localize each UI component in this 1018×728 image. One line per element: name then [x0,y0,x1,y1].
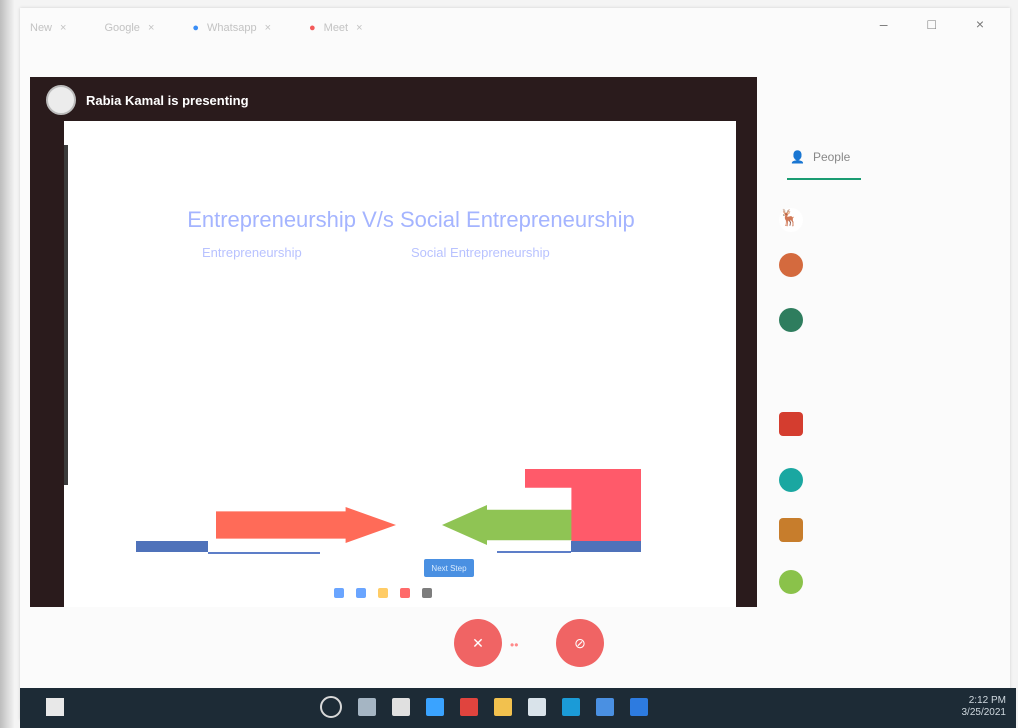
edge-icon[interactable] [426,698,444,716]
people-icon: 👤 [790,150,805,164]
slide-browser-tabs [64,121,756,147]
participant-avatar[interactable] [779,412,803,436]
participant-avatar[interactable] [779,570,803,594]
browser-tabbar: New × Google × ● Whatsapp × ● Meet × [20,10,1010,46]
search-icon[interactable] [320,696,342,718]
tab-google[interactable]: Google × [94,22,164,34]
slide-scrollbar[interactable] [64,145,68,485]
camera-button[interactable]: ⊘ [556,619,604,667]
windows-start-icon[interactable] [46,698,64,716]
line-right [497,551,571,553]
participant-avatar[interactable] [779,308,803,332]
close-icon[interactable]: × [265,22,271,34]
next-step-button[interactable]: Next Step [424,559,474,577]
meet-icon: ● [309,22,316,34]
folder-icon[interactable] [494,698,512,716]
mail-icon[interactable] [562,698,580,716]
chrome-icon[interactable] [630,698,648,716]
red-arrow [216,507,396,543]
slide-title: Entrepreneurship V/s Social Entrepreneur… [187,207,635,232]
app-icon [422,588,432,598]
presenter-label: Rabia Kamal is presenting [86,92,249,108]
close-icon[interactable]: × [356,22,362,34]
active-tab-indicator [787,178,861,180]
system-tray[interactable]: 2:12 PM 3/25/2021 [962,695,1007,719]
opera-icon[interactable] [460,698,478,716]
left-heading: Entrepreneurship [202,245,302,260]
tab-whatsapp[interactable]: ● Whatsapp × [182,22,281,34]
chrome-icon [334,588,344,598]
camera-off-icon: ⊘ [574,634,586,651]
tab-label: Meet [323,22,349,34]
tab-label: New [30,22,53,34]
tab-meet[interactable]: ● Meet × [299,22,373,34]
slide-taskbar [64,583,736,607]
clock-time: 2:12 PM [968,695,1006,706]
participant-avatar[interactable] [779,468,803,492]
close-icon[interactable]: × [60,22,66,34]
line-left [208,552,320,554]
tab-new[interactable]: New × [20,22,76,34]
edge-icon [356,588,366,598]
presentation-area: Rabia Kamal is presenting Entrepreneursh… [30,77,757,607]
address-bar[interactable] [28,48,1004,72]
window-controls[interactable]: – □ × [880,16,1002,32]
people-label: People [812,150,851,164]
chrome-icon: ● [192,22,200,34]
tab-label: Google [104,22,140,34]
presenter-avatar [46,85,76,115]
taskview-icon[interactable] [358,698,376,716]
shared-slide: Entrepreneurship V/s Social Entrepreneur… [64,121,736,607]
mic-button[interactable]: ✕ [454,619,502,667]
folder-icon [378,588,388,598]
participant-avatar[interactable]: 🦌 [779,208,803,232]
app-icon[interactable] [596,698,614,716]
tab-label: Whatsapp [207,22,257,34]
taskbar-icons [320,696,648,718]
app-icon[interactable] [392,698,410,716]
blue-bar-left [136,541,208,552]
participants-panel: 👤 People 🦌 [765,138,1010,608]
participant-avatar[interactable] [779,253,803,277]
app-icon [400,588,410,598]
windows-taskbar: 2:12 PM 3/25/2021 [20,688,1016,728]
close-icon[interactable]: × [148,22,154,34]
clock-date: 3/25/2021 [961,707,1007,718]
tab-people[interactable]: 👤 People [790,150,850,164]
participant-avatar[interactable] [779,518,803,542]
blue-bar-right [571,541,641,552]
presenter-header: Rabia Kamal is presenting [46,85,249,115]
right-heading: Social Entrepreneurship [411,245,550,260]
meeting-controls [0,612,1018,687]
store-icon[interactable] [528,698,546,716]
more-icon[interactable]: •• [510,638,518,652]
mic-off-icon: ✕ [472,634,484,651]
